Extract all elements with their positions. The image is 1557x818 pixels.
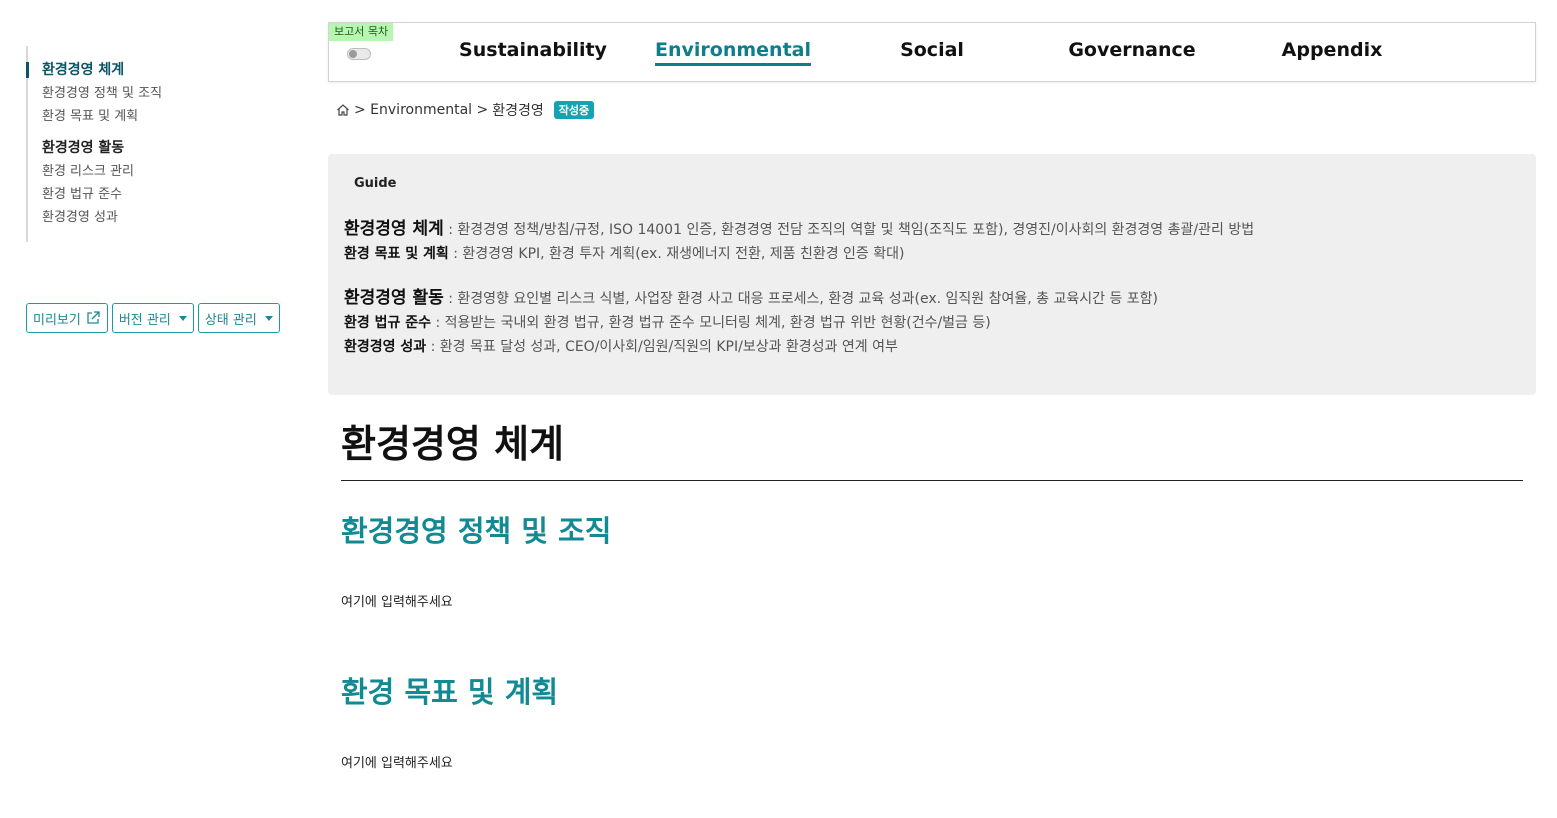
- editable-text-area[interactable]: 여기에 입력해주세요: [341, 752, 1523, 771]
- nav-tab-sustainability[interactable]: Sustainability: [459, 37, 607, 63]
- guide-panel: Guide 환경경영 체계 : 환경경영 정책/방침/규정, ISO 14001…: [328, 154, 1536, 395]
- toggle-knob: [349, 50, 357, 58]
- preview-button-label: 미리보기: [33, 312, 81, 328]
- guide-desc: : 환경경영 정책/방침/규정, ISO 14001 인증, 환경경영 전담 조…: [443, 222, 1255, 238]
- sidebar-item-env-activities[interactable]: 환경경영 활동: [28, 136, 286, 160]
- sidebar: 환경경영 체계 환경경영 정책 및 조직 환경 목표 및 계획 환경경영 활동 …: [26, 46, 286, 333]
- sidebar-item-performance[interactable]: 환경경영 성과: [28, 206, 286, 229]
- nav-tab-social[interactable]: Social: [900, 37, 964, 63]
- breadcrumb: > Environmental > 환경경영 작성중: [336, 100, 595, 120]
- breadcrumb-section[interactable]: > Environmental >: [354, 102, 488, 118]
- main-content: 환경경영 체계 환경경영 정책 및 조직 여기에 입력해주세요 환경 목표 및 …: [341, 420, 1523, 771]
- section-heading-policy-org: 환경경영 정책 및 조직: [341, 514, 612, 548]
- section-heading-goals-plans: 환경 목표 및 계획: [341, 675, 559, 709]
- editable-text-area[interactable]: 여기에 입력해주세요: [341, 591, 1523, 610]
- guide-line: 환경 목표 및 계획 : 환경경영 KPI, 환경 투자 계획(ex. 재생에너…: [344, 242, 1520, 266]
- guide-desc: : 환경 목표 달성 성과, CEO/이사회/임원/직원의 KPI/보상과 환경…: [426, 339, 898, 355]
- status-badge: 작성중: [553, 101, 595, 119]
- guide-term: 환경경영 체계: [344, 219, 444, 239]
- home-icon[interactable]: [336, 103, 350, 117]
- nav-tab-appendix[interactable]: Appendix: [1282, 37, 1383, 63]
- guide-term: 환경경영 활동: [344, 288, 444, 308]
- status-management-button[interactable]: 상태 관리: [197, 303, 280, 333]
- guide-line: 환경경영 체계 : 환경경영 정책/방침/규정, ISO 14001 인증, 환…: [344, 217, 1520, 242]
- external-link-icon: [87, 311, 100, 324]
- caret-down-icon: [178, 315, 187, 321]
- guide-term: 환경 법규 준수: [344, 315, 432, 331]
- guide-term: 환경경영 성과: [344, 339, 427, 355]
- caret-down-icon: [264, 315, 273, 321]
- guide-desc: : 환경경영 KPI, 환경 투자 계획(ex. 재생에너지 전환, 제품 친환…: [448, 246, 905, 262]
- guide-block-activities: 환경경영 활동 : 환경영향 요인별 리스크 식별, 사업장 환경 사고 대응 …: [344, 286, 1520, 359]
- sidebar-item-risk-management[interactable]: 환경 리스크 관리: [28, 160, 286, 183]
- nav-tab-environmental[interactable]: Environmental: [655, 37, 811, 66]
- sidebar-actions: 미리보기 버전 관리 상태 관리: [26, 303, 280, 333]
- sidebar-toc: 환경경영 체계 환경경영 정책 및 조직 환경 목표 및 계획 환경경영 활동 …: [26, 46, 286, 242]
- guide-line: 환경경영 성과 : 환경 목표 달성 성과, CEO/이사회/임원/직원의 KP…: [344, 335, 1520, 359]
- toc-toggle-switch[interactable]: [347, 48, 371, 60]
- page-title: 환경경영 체계: [341, 420, 1523, 481]
- version-button-label: 버전 관리: [118, 312, 171, 328]
- guide-term: 환경 목표 및 계획: [344, 246, 449, 262]
- breadcrumb-page: 환경경영: [492, 103, 544, 119]
- sidebar-item-compliance[interactable]: 환경 법규 준수: [28, 183, 286, 206]
- sidebar-item-goals-plans[interactable]: 환경 목표 및 계획: [28, 105, 286, 128]
- guide-desc: : 적용받는 국내외 환경 법규, 환경 법규 준수 모니터링 체계, 환경 법…: [431, 315, 991, 331]
- sidebar-item-env-system[interactable]: 환경경영 체계: [26, 58, 286, 82]
- sidebar-item-policy-org[interactable]: 환경경영 정책 및 조직: [28, 82, 286, 105]
- preview-button[interactable]: 미리보기: [26, 303, 108, 333]
- top-navigation: 보고서 목차 Sustainability Environmental Soci…: [328, 22, 1536, 82]
- version-management-button[interactable]: 버전 관리: [111, 303, 194, 333]
- guide-line: 환경 법규 준수 : 적용받는 국내외 환경 법규, 환경 법규 준수 모니터링…: [344, 311, 1520, 335]
- guide-line: 환경경영 활동 : 환경영향 요인별 리스크 식별, 사업장 환경 사고 대응 …: [344, 286, 1520, 311]
- guide-title: Guide: [354, 176, 397, 191]
- report-toc-badge: 보고서 목차: [329, 23, 394, 41]
- guide-desc: : 환경영향 요인별 리스크 식별, 사업장 환경 사고 대응 프로세스, 환경…: [443, 291, 1159, 307]
- guide-block-system: 환경경영 체계 : 환경경영 정책/방침/규정, ISO 14001 인증, 환…: [344, 217, 1520, 266]
- status-button-label: 상태 관리: [204, 312, 257, 328]
- nav-tab-governance[interactable]: Governance: [1068, 37, 1195, 63]
